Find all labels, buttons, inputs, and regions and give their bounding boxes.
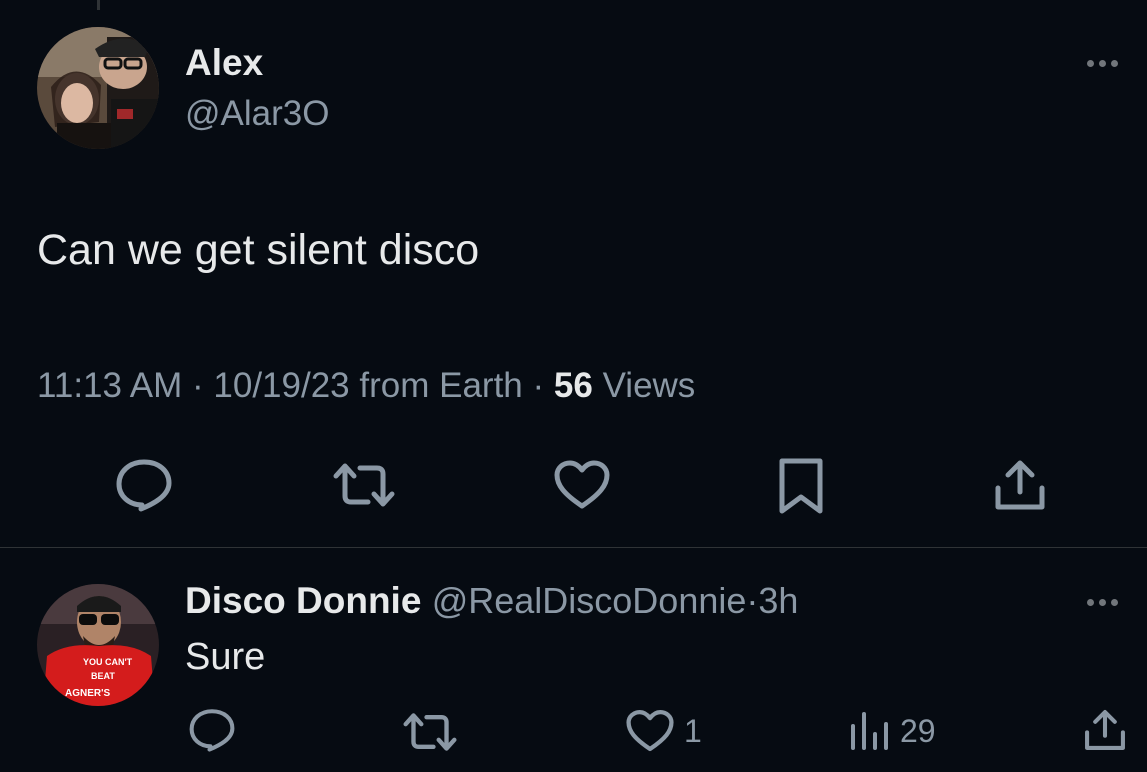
tweet-source: from Earth (359, 366, 523, 405)
bookmark-button[interactable] (778, 457, 824, 515)
reply-like-button[interactable]: 1 (626, 709, 702, 753)
meta-separator: · (192, 366, 204, 405)
reply-header: Disco Donnie @RealDiscoDonnie·3h (185, 580, 798, 622)
thread-connector-line (97, 0, 100, 10)
author-avatar[interactable] (37, 27, 159, 149)
retweet-icon (403, 713, 457, 751)
views-label[interactable]: Views (603, 366, 696, 405)
share-icon (995, 460, 1045, 510)
reply-author-handle[interactable]: @RealDiscoDonnie (432, 580, 747, 621)
meta-separator: · (532, 366, 545, 405)
tweet-text: Can we get silent disco (37, 226, 480, 274)
share-icon (1085, 710, 1125, 750)
reply-views-button[interactable]: 29 (848, 710, 936, 752)
more-icon[interactable] (1087, 60, 1118, 67)
share-button[interactable] (993, 458, 1047, 512)
heart-icon (554, 460, 610, 509)
avatar-shirt-text: BEAT (91, 671, 115, 681)
author-handle[interactable]: @Alar3O (185, 94, 329, 134)
like-button[interactable] (554, 460, 610, 510)
retweet-icon (333, 463, 395, 507)
reply-retweet-button[interactable] (402, 712, 458, 752)
views-chart-icon (851, 712, 888, 750)
bookmark-icon (779, 458, 823, 514)
heart-icon (626, 710, 674, 752)
tweet-time[interactable]: 11:13 AM (37, 366, 182, 405)
reply-text: Sure (185, 636, 266, 678)
reply-icon (116, 459, 172, 512)
reply-reply-button[interactable] (188, 708, 236, 752)
avatar-shirt-text: YOU CAN'T (83, 657, 133, 667)
reply-author-avatar[interactable]: YOU CAN'T BEAT AGNER'S (37, 584, 159, 706)
author-name[interactable]: Alex (185, 42, 263, 84)
reply-author-name[interactable]: Disco Donnie (185, 580, 421, 621)
reply-age[interactable]: 3h (758, 580, 798, 621)
reply-icon (189, 709, 235, 752)
reply-share-button[interactable] (1083, 708, 1127, 752)
like-count: 1 (684, 712, 702, 749)
divider (0, 547, 1147, 548)
view-count: 29 (900, 712, 936, 749)
avatar-shirt-text: AGNER'S (65, 688, 110, 699)
reply-button[interactable] (115, 458, 173, 512)
reply-separator: · (746, 580, 759, 621)
tweet-date[interactable]: 10/19/23 (213, 366, 349, 405)
views-count[interactable]: 56 (554, 366, 593, 405)
more-icon[interactable] (1087, 599, 1118, 606)
retweet-button[interactable] (332, 462, 396, 508)
tweet-meta: 11:13 AM · 10/19/23 from Earth · 56 View… (37, 366, 695, 406)
